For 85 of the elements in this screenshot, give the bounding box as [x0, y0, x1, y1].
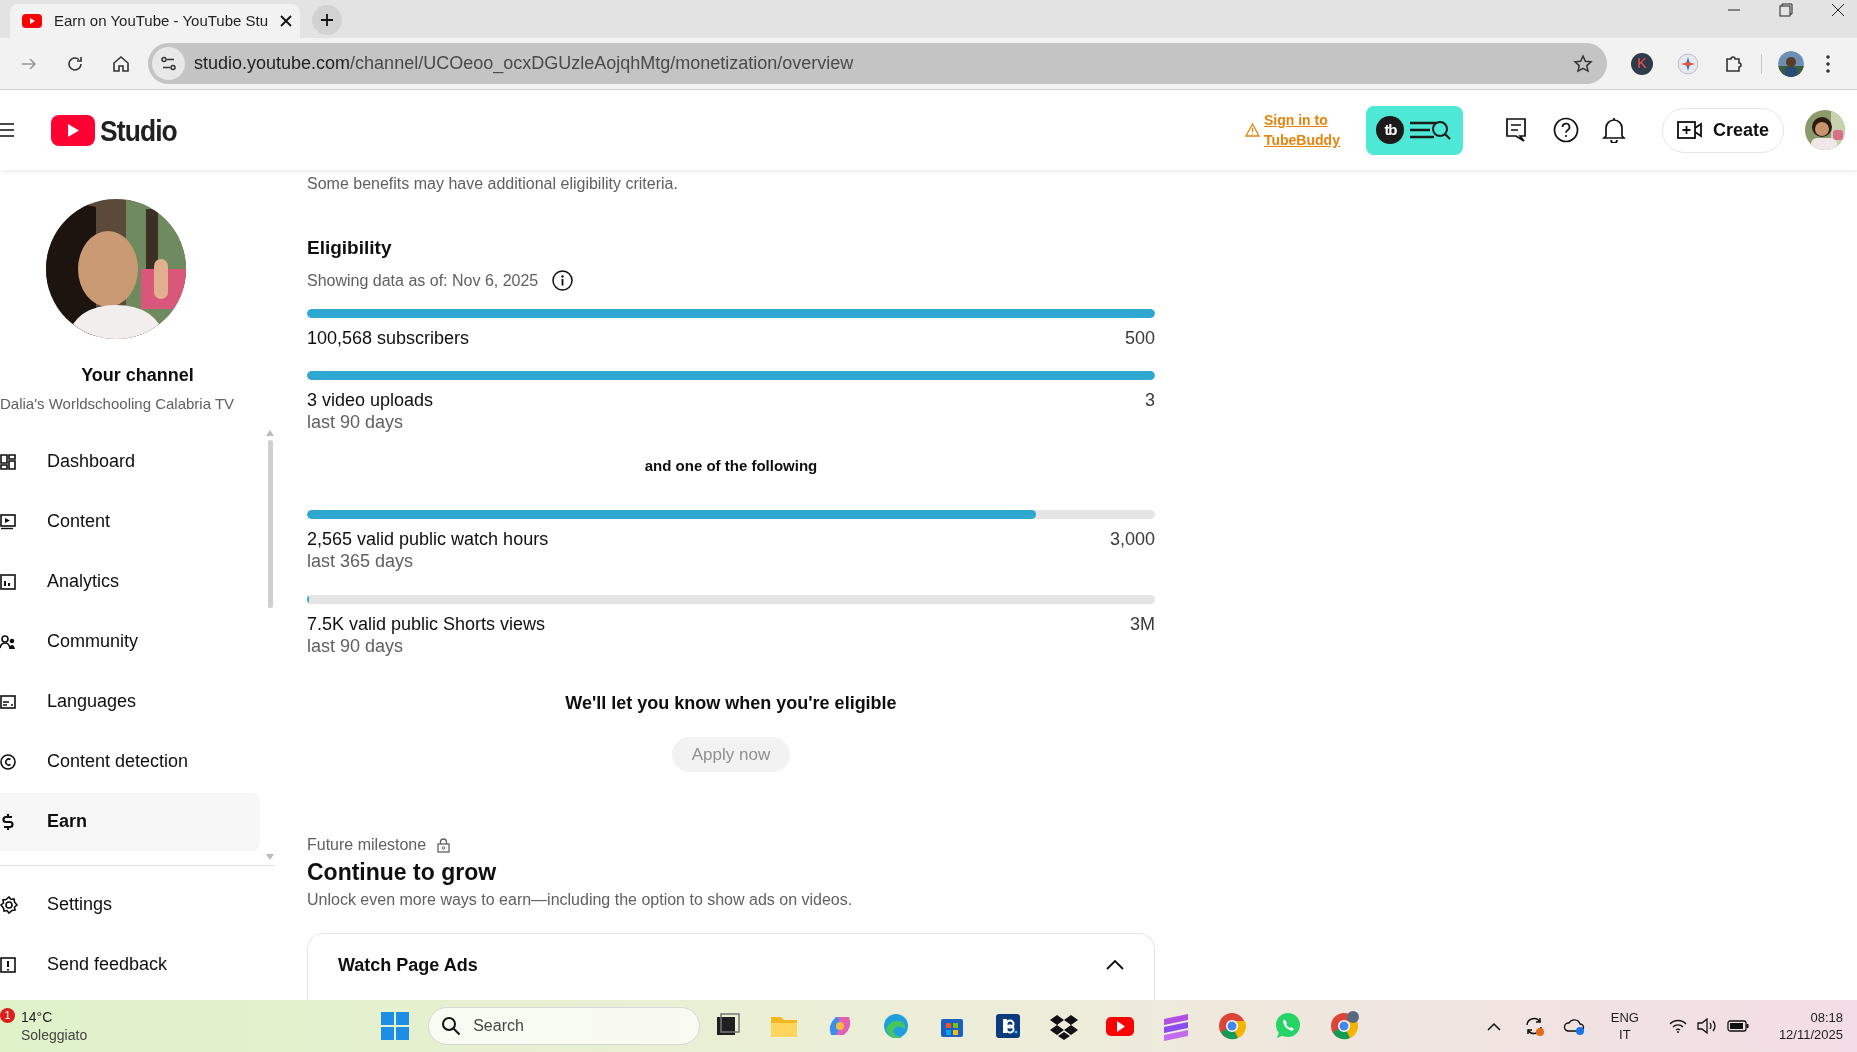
sidebar-icon — [0, 692, 16, 711]
sidebar-icon — [0, 512, 16, 531]
target-value: 3,000 — [1109, 528, 1155, 550]
volume-icon[interactable] — [1696, 1018, 1717, 1034]
search-icon — [441, 1016, 462, 1036]
search-field[interactable]: Search — [428, 1007, 701, 1045]
target-value: 3 — [1145, 389, 1155, 411]
language-code[interactable]: ENG — [1610, 1009, 1639, 1026]
info-icon[interactable] — [552, 270, 574, 291]
wifi-icon[interactable] — [1668, 1019, 1687, 1033]
new-tab-icon[interactable] — [312, 5, 342, 35]
chrome-icon[interactable] — [1329, 1011, 1360, 1041]
compass-icon[interactable] — [1677, 52, 1699, 75]
close-icon[interactable] — [1831, 3, 1845, 17]
requirement-label: 100,568 subscribers — [307, 327, 470, 349]
sidebar-icon — [0, 572, 16, 591]
requirement-label: 2,565 valid public watch hours — [307, 528, 549, 550]
browser-tab[interactable]: Earn on YouTube - YouTube Stu — [10, 4, 300, 38]
more-icon[interactable] — [1826, 54, 1830, 73]
status-text: We'll let you know when you're eligible — [564, 692, 898, 715]
sidebar-icon — [0, 752, 16, 771]
collapse-icon[interactable] — [1106, 960, 1124, 971]
sidebar-icon — [0, 452, 16, 471]
channel-heading: Your channel — [80, 364, 195, 387]
condition-text: and one of the following — [643, 456, 819, 476]
sidebar-item[interactable]: Settings — [0, 875, 260, 934]
sidebar-item[interactable]: Content — [0, 492, 260, 551]
milestone-title: Continue to grow — [307, 858, 498, 887]
target-value: 3M — [1130, 613, 1155, 635]
create-button[interactable]: Create — [1661, 107, 1784, 153]
period-text: last 90 days — [307, 411, 405, 433]
clock[interactable]: 08:18 12/11/2025 — [1778, 1009, 1843, 1043]
requirement-label: 3 video uploads — [307, 389, 434, 411]
studio-logo[interactable]: Studio — [51, 107, 178, 153]
settings-icon — [0, 895, 18, 914]
help-icon[interactable] — [1552, 117, 1579, 143]
reload-icon[interactable] — [66, 54, 84, 73]
url-text: studio.youtube.com/channel/UCOeoo_ocxDGUzleAojqhMtg/monetization/overview — [194, 52, 854, 76]
keyboard-layout[interactable]: IT — [1619, 1026, 1631, 1043]
tubebuddy-button[interactable]: tb — [1365, 105, 1463, 155]
sidebar-item[interactable]: Send feedback — [0, 935, 260, 994]
temperature-text: 14°C — [21, 1008, 54, 1026]
chrome-icon[interactable] — [1217, 1011, 1248, 1041]
sidebar-item[interactable]: Content detection — [0, 732, 260, 791]
data-date-text: Showing data as of: Nov 6, 2025 — [307, 270, 539, 291]
close-icon[interactable] — [280, 15, 293, 27]
cloud-icon[interactable] — [1562, 1016, 1587, 1036]
star-icon[interactable] — [1573, 53, 1593, 74]
milestone-description: Unlock even more ways to earn—including the option to show ads on videos. — [307, 890, 854, 911]
card-title: Watch Page Ads — [338, 954, 478, 977]
battery-icon[interactable] — [1726, 1019, 1749, 1033]
notification-badge: 1 — [0, 1008, 15, 1023]
requirement-label: 7.5K valid public Shorts views — [307, 613, 546, 635]
chevron-up-icon[interactable] — [1486, 1021, 1501, 1031]
period-text: last 90 days — [307, 635, 405, 657]
tubebuddy-logo: tb — [1376, 116, 1405, 144]
address-bar[interactable]: studio.youtube.com/channel/UCOeoo_ocxDGUzleAojqhMtg/monetization/overview — [148, 43, 1607, 84]
lock-icon — [437, 838, 451, 853]
channel-name: Dalia's Worldschooling Calabria TV — [0, 394, 236, 414]
restore-icon[interactable] — [1779, 3, 1793, 17]
info-text: Some benefits may have additional eligibility criteria. — [307, 174, 679, 194]
target-value: 500 — [1124, 327, 1155, 349]
tab-title: Earn on YouTube - YouTube Stu — [54, 10, 269, 31]
sidebar-item[interactable]: Earn — [0, 792, 260, 851]
add-video-icon — [1676, 120, 1703, 140]
milestone-label: Future milestone — [307, 835, 427, 856]
youtube-icon — [22, 14, 42, 28]
warning-icon — [1244, 123, 1260, 137]
youtube-icon — [51, 114, 95, 146]
sidebar-item[interactable]: Dashboard — [0, 432, 260, 491]
menu-icon[interactable] — [0, 122, 14, 138]
comment-icon[interactable] — [1504, 117, 1527, 143]
section-title: Eligibility — [307, 236, 393, 260]
feedback-icon — [0, 955, 18, 974]
sidebar-item[interactable]: Community — [0, 612, 260, 671]
sidebar-item[interactable]: Analytics — [0, 552, 260, 611]
notifications-icon[interactable] — [1601, 117, 1626, 143]
sidebar-item[interactable]: Languages — [0, 672, 260, 731]
windows-start-icon[interactable] — [380, 1011, 411, 1041]
site-settings-icon[interactable] — [152, 47, 185, 80]
home-icon[interactable] — [112, 54, 130, 73]
sidebar-icon — [0, 632, 16, 651]
period-text: last 365 days — [307, 550, 415, 572]
sidebar-icon — [0, 812, 16, 831]
weather-condition: Soleggiato — [21, 1026, 88, 1044]
